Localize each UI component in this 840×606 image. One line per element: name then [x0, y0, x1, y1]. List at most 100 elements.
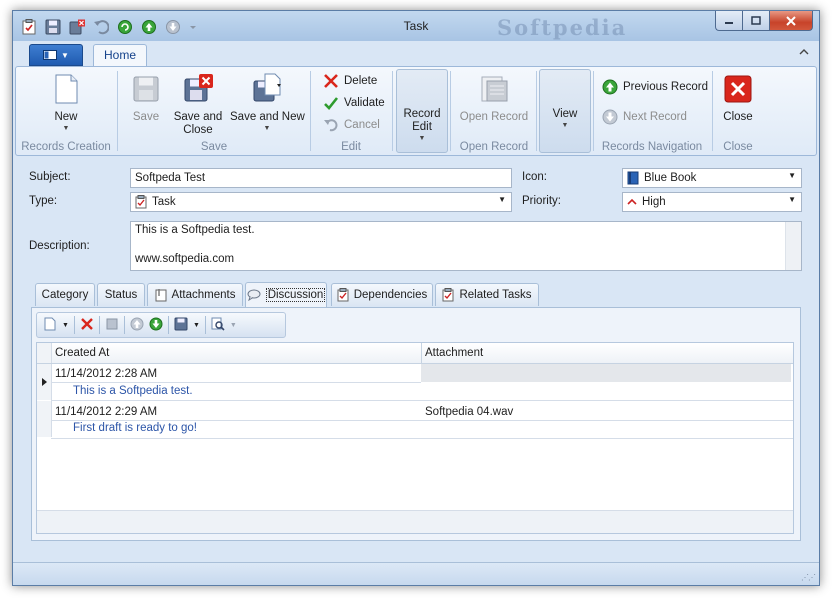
save-and-new-button[interactable]: Save and New ▼: [230, 73, 305, 133]
maximize-button[interactable]: [742, 11, 769, 31]
cancel-button[interactable]: Cancel: [323, 117, 380, 133]
delete-button[interactable]: Delete: [323, 73, 377, 89]
view-button[interactable]: View ▼: [539, 69, 591, 153]
tab-dependencies[interactable]: Dependencies: [331, 283, 433, 306]
close-button[interactable]: Close: [717, 73, 759, 124]
save-and-close-button[interactable]: Save and Close: [170, 73, 226, 137]
checkmark-icon: [324, 97, 339, 110]
grid-header: Created At Attachment: [37, 343, 793, 364]
icon-label: Icon:: [522, 171, 547, 183]
close-label: Close: [723, 111, 753, 123]
resize-grip-icon[interactable]: ⋰⋰: [801, 573, 816, 582]
dropdown-arrow-icon: ▼: [263, 125, 271, 132]
high-priority-icon: [627, 198, 637, 205]
column-header-created-at[interactable]: Created At: [55, 347, 109, 359]
save-and-close-label: Save and Close: [173, 111, 223, 136]
tab-label: Related Tasks: [459, 289, 532, 301]
row-preview: First draft is ready to go!: [73, 422, 197, 434]
row-selector-header: [37, 343, 52, 363]
description-scrollbar[interactable]: [785, 222, 801, 270]
dropdown-arrow-icon[interactable]: ▼: [62, 322, 69, 329]
chevron-down-icon: ▼: [788, 171, 796, 180]
subject-label: Subject:: [29, 171, 71, 183]
chevron-down-icon: ▼: [498, 195, 506, 204]
tab-status[interactable]: Status: [97, 283, 145, 306]
record-edit-label: Record Edit: [403, 108, 441, 133]
new-button[interactable]: New ▼: [46, 73, 86, 133]
next-record-label: Next Record: [623, 111, 687, 123]
open-record-button[interactable]: Open Record: [456, 73, 532, 124]
description-textarea[interactable]: This is a Softpedia test. www.softpedia.…: [130, 221, 802, 271]
undo-icon: [324, 119, 338, 132]
minimize-button[interactable]: [715, 11, 742, 31]
down-arrow-icon: [602, 109, 618, 125]
up-arrow-icon: [602, 79, 618, 95]
toolbar-separator: [167, 316, 169, 334]
records-creation-group: New ▼ Records Creation: [16, 67, 116, 155]
subject-input[interactable]: Softpeda Test: [130, 168, 512, 188]
window-close-button[interactable]: [769, 11, 813, 31]
icon-select[interactable]: Blue Book ▼: [622, 168, 802, 188]
current-row-icon: [42, 378, 47, 386]
cancel-label: Cancel: [344, 119, 380, 131]
table-row-created-at[interactable]: 11/14/2012 2:28 AM: [55, 368, 157, 380]
grid-footer: [37, 510, 793, 533]
dropdown-arrow-icon[interactable]: ▼: [230, 322, 237, 329]
dropdown-arrow-icon[interactable]: ▼: [193, 322, 200, 329]
move-up-icon[interactable]: [130, 317, 144, 334]
attachment-icon: [155, 289, 167, 302]
app-menu-icon: [43, 50, 58, 60]
view-label: View: [552, 108, 578, 120]
validate-button[interactable]: Validate: [323, 95, 385, 111]
toolbar-separator: [123, 316, 125, 334]
dropdown-arrow-icon: ▼: [561, 122, 569, 129]
new-item-icon[interactable]: [43, 317, 57, 334]
row-divider: [51, 400, 793, 401]
tab-home[interactable]: Home: [93, 44, 147, 67]
tab-related-tasks[interactable]: Related Tasks: [435, 283, 539, 306]
attachment-cell-empty[interactable]: [421, 364, 791, 382]
toolbar-separator: [73, 316, 75, 334]
save-group-label: Save: [200, 141, 228, 153]
toolbar-separator: [98, 316, 100, 334]
discussion-panel: ▼ ▼ ▼ Created At Attachment 11/14/2012 2…: [31, 307, 801, 541]
toolbar-separator: [204, 316, 206, 334]
table-row-attachment[interactable]: Softpedia 04.wav: [425, 406, 513, 418]
tab-category[interactable]: Category: [35, 283, 95, 306]
delete-x-icon: [324, 74, 338, 88]
tab-label: Category: [41, 289, 89, 301]
record-edit-button[interactable]: Record Edit ▼: [396, 69, 448, 153]
records-icon[interactable]: [105, 317, 119, 334]
edit-group: Delete Validate Cancel Edit: [311, 67, 391, 155]
chevron-down-icon: ▼: [788, 195, 796, 204]
delete-icon[interactable]: [80, 317, 94, 334]
open-record-group-label: Open Record: [459, 141, 529, 153]
save-icon[interactable]: [174, 317, 188, 334]
ribbon-separator: [392, 71, 393, 151]
row-divider: [51, 420, 793, 421]
row-selector[interactable]: [37, 364, 52, 400]
application-menu-button[interactable]: ▼: [29, 44, 83, 66]
tab-attachments[interactable]: Attachments: [147, 283, 243, 306]
dropdown-arrow-icon: ▼: [62, 125, 70, 132]
save-group: Save Save and Close Save and New ▼ Save: [118, 67, 310, 155]
discussion-grid: Created At Attachment 11/14/2012 2:28 AM…: [36, 342, 794, 534]
find-icon[interactable]: [211, 317, 225, 334]
tab-label: Dependencies: [353, 289, 428, 301]
next-record-button[interactable]: Next Record: [602, 109, 687, 125]
type-label: Type:: [29, 195, 58, 207]
row-divider: [51, 438, 793, 439]
priority-select[interactable]: High ▼: [622, 192, 802, 212]
previous-record-button[interactable]: Previous Record: [602, 79, 708, 95]
tab-discussion[interactable]: Discussion: [245, 282, 327, 307]
ribbon-tab-strip: ▼ Home: [13, 42, 819, 67]
column-header-attachment[interactable]: Attachment: [425, 347, 483, 359]
close-x-icon: [724, 75, 752, 103]
save-button[interactable]: Save: [126, 73, 166, 124]
collapse-ribbon-icon[interactable]: [799, 48, 809, 58]
row-selector[interactable]: [37, 401, 52, 437]
move-down-icon[interactable]: [149, 317, 163, 334]
save-and-new-icon: [253, 73, 281, 102]
table-row-created-at[interactable]: 11/14/2012 2:29 AM: [55, 406, 157, 418]
type-select[interactable]: Task ▼: [130, 192, 512, 212]
